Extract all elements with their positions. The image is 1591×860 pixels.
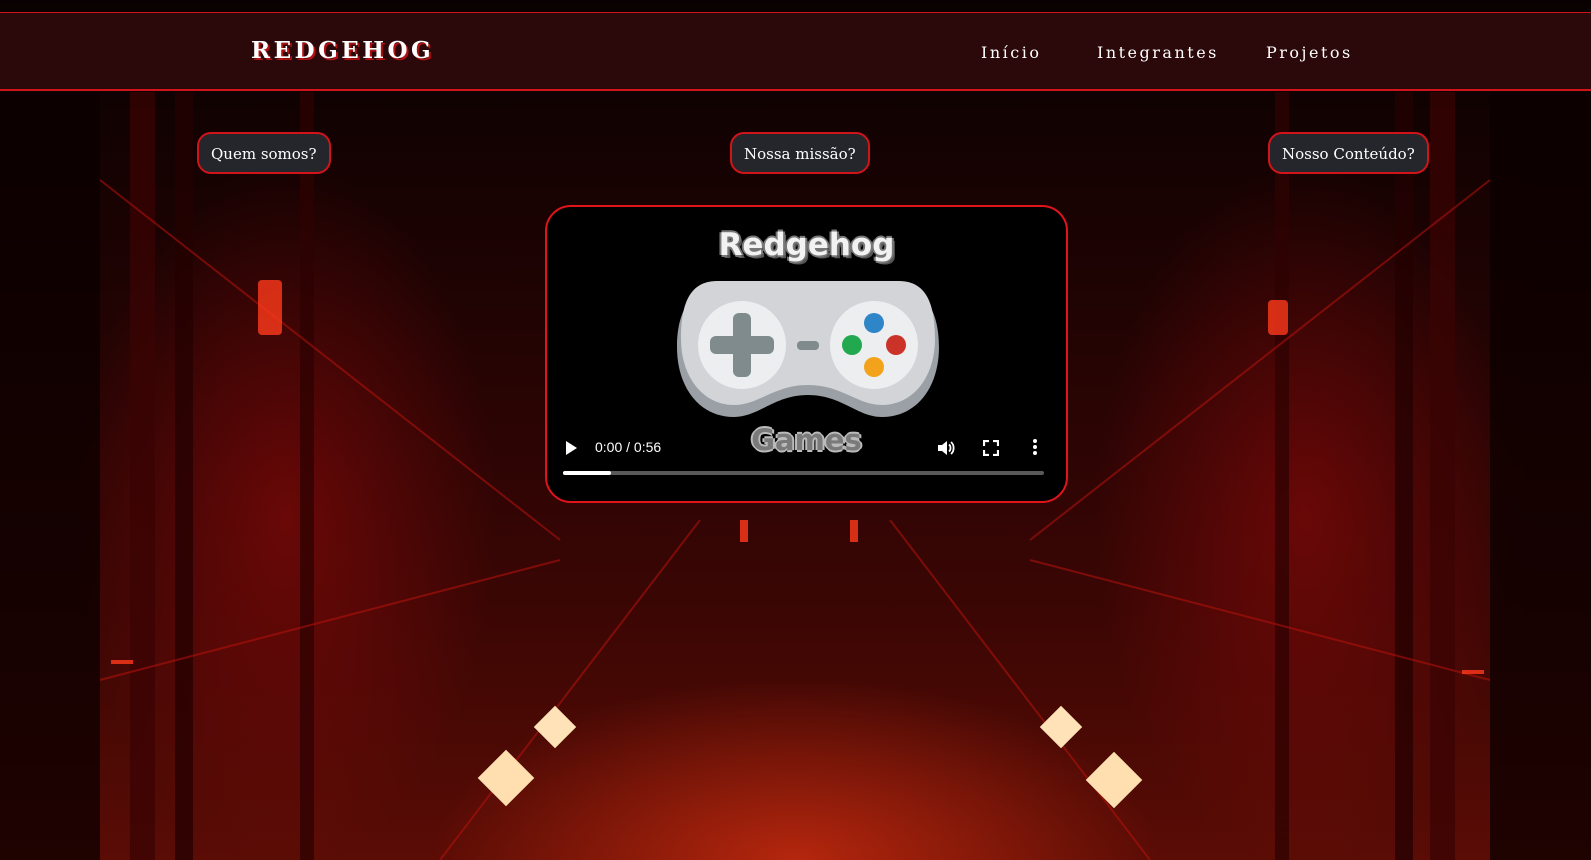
video-buffered-fill <box>563 471 612 475</box>
volume-icon[interactable] <box>937 440 955 456</box>
play-icon[interactable] <box>564 440 578 456</box>
video-player[interactable]: Redgehog Games 0:00 / 0:56 <box>545 205 1068 503</box>
nossa-missao-button[interactable]: Nossa missão? <box>730 132 870 174</box>
video-time: 0:00 / 0:56 <box>595 439 662 455</box>
navbar: REDGEHOG Início Integrantes Projetos <box>0 13 1591 91</box>
nav-link-inicio[interactable]: Início <box>981 43 1041 62</box>
gamepad-icon <box>677 281 939 417</box>
fullscreen-icon[interactable] <box>983 440 999 456</box>
nosso-conteudo-button[interactable]: Nosso Conteúdo? <box>1268 132 1429 174</box>
quem-somos-button[interactable]: Quem somos? <box>197 132 331 174</box>
video-poster-title: Redgehog <box>718 227 895 263</box>
brand-logo[interactable]: REDGEHOG <box>251 37 434 64</box>
video-progress-bar[interactable] <box>563 471 1044 475</box>
nav-link-integrantes[interactable]: Integrantes <box>1097 43 1219 62</box>
nav-link-projetos[interactable]: Projetos <box>1266 43 1353 62</box>
more-options-icon[interactable] <box>1031 438 1039 456</box>
